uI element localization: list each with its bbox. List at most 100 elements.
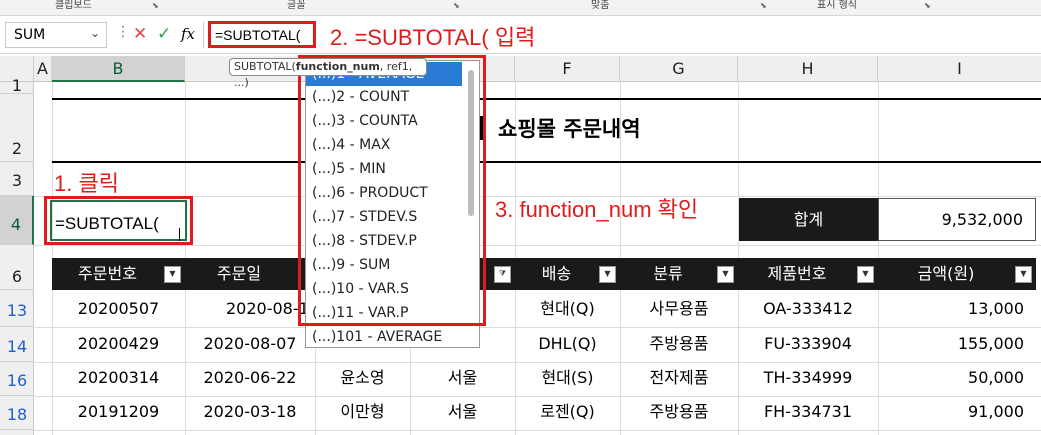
function-icon: (...) — [312, 329, 337, 345]
dialog-launcher-icon[interactable]: ⬊ — [760, 1, 767, 10]
table-cell[interactable]: 현대(Q) — [515, 293, 620, 325]
row-header-3[interactable]: 3 — [0, 162, 34, 196]
header-label: 제품번호 — [767, 264, 827, 283]
row-header-16[interactable]: 16 — [0, 362, 34, 396]
table-header-cell[interactable]: 분류 ▼ — [620, 258, 738, 290]
filter-dropdown-icon[interactable]: ▼ — [717, 266, 734, 283]
filter-dropdown-icon[interactable]: ▼ — [1015, 266, 1032, 283]
sheet-title: 쇼핑몰 주문내역 — [498, 117, 641, 141]
table-header-cell[interactable]: 금액(원) ▼ — [878, 258, 1036, 290]
tooltip-prefix: SUBTOTAL( — [234, 60, 296, 73]
column-header-i[interactable]: I — [878, 56, 1041, 82]
function-argument-tooltip[interactable]: SUBTOTAL(function_num, ref1, ...) — [229, 58, 427, 89]
dialog-launcher-icon[interactable]: ⬊ — [152, 1, 159, 10]
check-icon[interactable]: ✓ — [157, 24, 171, 44]
table-header-cell[interactable]: 제품번호 ▼ — [738, 258, 878, 290]
table-cell[interactable]: 전자제품 — [620, 362, 738, 394]
table-cell[interactable]: 20200429 — [52, 328, 185, 360]
table-cell[interactable]: FH-334731 — [738, 396, 878, 428]
column-header-a[interactable]: A — [34, 56, 52, 82]
table-cell[interactable]: 20200314 — [52, 362, 185, 394]
row-header-6[interactable]: 6 — [0, 245, 34, 290]
x-icon[interactable]: ✕ — [133, 24, 147, 44]
table-cell[interactable]: OA-333412 — [738, 293, 878, 325]
sum-label: 합계 — [793, 210, 824, 229]
column-header-g[interactable]: G — [620, 56, 738, 82]
gridline — [34, 430, 1041, 431]
annotation-step3: 3. function_num 확인 — [495, 197, 699, 222]
table-header-cell[interactable]: 배송 ▼ — [515, 258, 620, 290]
row-header-2[interactable]: 2 — [0, 94, 34, 162]
name-box-value: SUM — [14, 27, 46, 43]
table-cell[interactable]: 2020-08-1 — [185, 293, 315, 325]
table-header-cell[interactable]: 주문일 — [185, 258, 315, 290]
autocomplete-item[interactable]: (...)101 - AVERAGE — [306, 325, 462, 349]
table-cell[interactable]: FU-333904 — [738, 328, 878, 360]
dialog-launcher-icon[interactable]: ⬊ — [453, 1, 460, 10]
header-label: 금액(원) — [917, 264, 975, 283]
ribbon-group-clipboard: 클립보드 — [55, 0, 92, 11]
header-label: 분류 — [653, 264, 683, 283]
table-cell[interactable]: DHL(Q) — [515, 328, 620, 360]
table-cell[interactable]: 서울 — [410, 362, 515, 394]
table-cell[interactable]: 50,000 — [878, 362, 1024, 394]
filter-dropdown-icon[interactable]: ▼ — [164, 266, 181, 283]
table-cell[interactable]: 2020-08-07 — [185, 328, 315, 360]
table-cell[interactable]: 2020-06-22 — [185, 362, 315, 394]
filter-applied-icon[interactable]: ⧩ — [494, 266, 511, 283]
ribbon-group-font: 글꼴 — [287, 0, 306, 11]
table-cell[interactable]: 윤소영 — [315, 362, 410, 394]
chevron-down-icon[interactable]: ⌄ — [90, 26, 100, 40]
tooltip-current-arg: function_num — [295, 60, 380, 73]
table-cell[interactable]: 이만형 — [315, 396, 410, 428]
annotation-box-function-list — [298, 55, 486, 326]
table-cell[interactable]: 91,000 — [878, 396, 1024, 428]
table-cell[interactable]: TH-334999 — [738, 362, 878, 394]
table-cell[interactable]: 155,000 — [878, 328, 1024, 360]
name-box[interactable]: SUM ⌄ — [5, 22, 107, 48]
table-cell[interactable]: 13,000 — [878, 293, 1024, 325]
table-cell[interactable]: 현대(S) — [515, 362, 620, 394]
formula-text: =SUBTOTAL( — [215, 27, 301, 43]
header-label: 주문일 — [216, 264, 262, 283]
formula-divider — [203, 22, 204, 48]
table-cell[interactable]: 서울 — [410, 396, 515, 428]
filter-dropdown-icon[interactable]: ▼ — [857, 266, 874, 283]
table-cell[interactable]: 사무용품 — [620, 293, 738, 325]
text-cursor — [179, 228, 180, 241]
sum-label-cell[interactable]: 합계 — [739, 198, 878, 241]
ribbon-group-alignment: 맞춤 — [591, 0, 610, 11]
table-cell[interactable]: 주방용품 — [620, 328, 738, 360]
title-border-bottom — [52, 161, 1041, 163]
active-cell-text: =SUBTOTAL( — [55, 214, 159, 233]
table-cell[interactable]: 2020-03-18 — [185, 396, 315, 428]
row-header-18[interactable]: 18 — [0, 396, 34, 430]
filter-dropdown-icon[interactable]: ▼ — [599, 266, 616, 283]
row-header-14[interactable]: 14 — [0, 327, 34, 362]
dialog-launcher-icon[interactable]: ⬊ — [924, 1, 931, 10]
column-header-f[interactable]: F — [515, 56, 620, 82]
annotation-step1: 1. 클릭 — [54, 171, 119, 196]
gridline — [34, 245, 1041, 246]
insert-function-icon[interactable]: fx — [181, 25, 195, 43]
more-options-icon: ⋮ — [116, 24, 130, 40]
row-header-4[interactable]: 4 — [0, 196, 34, 245]
table-cell[interactable]: 20200507 — [52, 293, 185, 325]
ribbon-group-number: 표시 형식 — [817, 0, 857, 11]
table-header-cell[interactable]: 주문번호 ▼ — [52, 258, 185, 290]
row-header-1[interactable]: 1 — [0, 78, 34, 94]
header-label: 배송 — [541, 264, 572, 283]
column-header-h[interactable]: H — [738, 56, 878, 82]
title-border-top — [52, 98, 1041, 100]
table-cell[interactable]: 주방용품 — [620, 396, 738, 428]
sum-value-cell[interactable]: 9,532,000 — [878, 198, 1036, 241]
table-cell[interactable]: 20191209 — [52, 396, 185, 428]
sum-value: 9,532,000 — [941, 210, 1023, 229]
column-header-b[interactable]: B — [52, 56, 185, 82]
row-header-13[interactable]: 13 — [0, 290, 34, 327]
formula-input[interactable]: =SUBTOTAL( — [208, 21, 316, 48]
table-cell[interactable]: 로젠(Q) — [515, 396, 620, 428]
autocomplete-label: 101 - AVERAGE — [336, 329, 443, 345]
header-label: 주문번호 — [78, 264, 137, 283]
annotation-step2: 2. =SUBTOTAL( 입력 — [330, 25, 536, 50]
